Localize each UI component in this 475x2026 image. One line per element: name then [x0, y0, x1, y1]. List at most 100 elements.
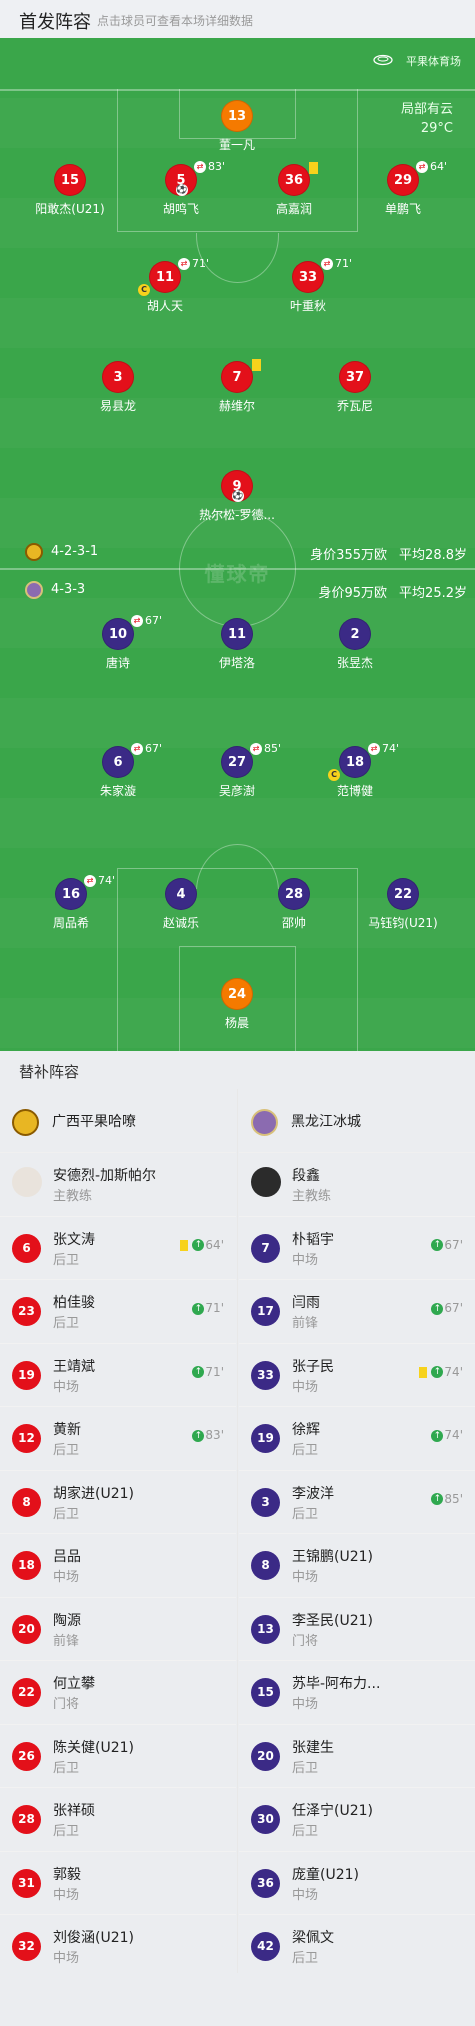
sub-in-icon: ↑ — [192, 1239, 205, 1251]
sub-number: 20 — [251, 1741, 280, 1771]
away-player[interactable]: 2 张昱杰 — [300, 618, 410, 671]
home-avg-age: 平均28.8岁 — [399, 548, 467, 563]
away-player[interactable]: 4 赵诚乐 — [126, 878, 236, 931]
sub-in-minute: 64' — [205, 1237, 224, 1252]
sub-player-row[interactable]: 26 陈关健(U21) 后卫 — [0, 1725, 236, 1788]
away-player[interactable]: 22 马钰钧(U21) — [348, 878, 458, 931]
sub-player-row[interactable]: 8 胡家进(U21) 后卫 — [0, 1471, 236, 1534]
player-name: 唐诗 — [105, 656, 130, 670]
away-player[interactable]: 18 ⇄ 74' C 范博健 — [300, 742, 410, 799]
away-value: 身价95万欧 — [318, 586, 387, 601]
sub-position: 后卫 — [53, 1252, 80, 1268]
sub-player-row[interactable]: 12 黄新 后卫 ↑ 83' — [0, 1407, 236, 1471]
away-player[interactable]: 6 ⇄ 67' 朱家漩 — [63, 742, 173, 799]
right-team-row[interactable]: 黑龙江冰城 — [239, 1089, 475, 1153]
left-coach-row[interactable]: 安德烈-加斯帕尔 主教练 — [0, 1153, 236, 1217]
away-player[interactable]: 11 伊塔洛 — [182, 618, 292, 671]
captain-icon: C — [328, 769, 340, 781]
sub-player-row[interactable]: 19 王靖斌 中场 ↑ 71' — [0, 1344, 236, 1407]
home-player[interactable]: 13 董一凡 — [182, 100, 292, 153]
sub-in-minute: 74' — [444, 1428, 463, 1442]
away-player[interactable]: 24 杨晨 — [182, 978, 292, 1031]
sub-out-marker: ⇄ 74' — [84, 874, 115, 887]
right-team-logo-icon — [251, 1109, 278, 1136]
sub-player-row[interactable]: 13 李圣民(U21) 门将 — [239, 1598, 475, 1661]
sub-player-row[interactable]: 31 郭毅 中场 — [0, 1852, 236, 1915]
sub-player-row[interactable]: 8 王锦鹏(U21) 中场 — [239, 1534, 475, 1598]
away-player[interactable]: 28 邵帅 — [239, 878, 349, 931]
sub-out-minute: 64' — [430, 160, 448, 173]
sub-number: 42 — [251, 1932, 280, 1961]
player-number: 22 — [387, 878, 419, 910]
sub-player-row[interactable]: 42 梁佩文 后卫 — [239, 1915, 475, 1979]
right-coach-row[interactable]: 段鑫 主教练 — [239, 1153, 475, 1217]
sub-player-row[interactable]: 20 张建生 后卫 — [239, 1725, 475, 1788]
player-number: 3 — [102, 361, 134, 393]
player-name: 朱家漩 — [99, 784, 136, 798]
player-name: 杨晨 — [224, 1016, 249, 1030]
home-player[interactable]: 29 ⇄ 64' 单鹏飞 — [348, 160, 458, 217]
home-summary: 4-2-3-1 身价355万欧 平均28.8岁 — [0, 541, 475, 565]
sub-out-marker: ⇄ 67' — [131, 742, 162, 755]
home-player[interactable]: 3 易县龙 — [63, 361, 173, 414]
away-player[interactable]: 16 ⇄ 74' 周品希 — [16, 874, 126, 931]
coach-avatar — [12, 1167, 42, 1197]
left-team-row[interactable]: 广西平果哈嘹 — [0, 1089, 236, 1153]
home-player[interactable]: 36 高嘉润 — [239, 162, 349, 217]
sub-name: 王靖斌 — [53, 1358, 95, 1375]
sub-position: 中场 — [292, 1379, 319, 1395]
sub-player-row[interactable]: 17 闫雨 前锋 ↑ 67' — [239, 1280, 475, 1344]
sub-number: 17 — [251, 1297, 280, 1326]
weather-temp: 29°C — [420, 121, 453, 136]
sub-number: 3 — [251, 1487, 280, 1517]
sub-player-row[interactable]: 20 陶源 前锋 — [0, 1598, 236, 1661]
home-player[interactable]: 7 赫维尔 — [182, 359, 292, 414]
sub-in-marker: ↑ 67' — [431, 1301, 463, 1315]
sub-player-row[interactable]: 7 朴韬宇 中场 ↑ 67' — [239, 1217, 475, 1280]
sub-name: 张建生 — [292, 1739, 334, 1756]
sub-in-icon: ↑ — [192, 1302, 205, 1315]
sub-in-marker: ↑ 71' — [192, 1365, 224, 1379]
home-player[interactable]: 5 ⇄ 83' ⚽ 胡鸣飞 — [126, 160, 236, 217]
player-number: 11 — [221, 618, 253, 650]
home-player[interactable]: 11 ⇄ 71' C 胡人天 — [110, 257, 220, 314]
coach-role: 主教练 — [292, 1189, 332, 1204]
player-name: 周品希 — [52, 916, 89, 930]
sub-in-icon: ↑ — [431, 1366, 444, 1378]
sub-number: 23 — [12, 1297, 41, 1326]
sub-player-row[interactable]: 6 张文涛 后卫 ↑ 64' — [0, 1217, 236, 1280]
sub-name: 李波洋 — [292, 1485, 334, 1502]
sub-position: 门将 — [292, 1633, 319, 1649]
sub-player-row[interactable]: 15 苏毕-阿布力... 中场 — [239, 1661, 475, 1725]
sub-player-row[interactable]: 23 柏佳骏 后卫 ↑ 71' — [0, 1280, 236, 1344]
yellow-card-icon — [309, 162, 318, 174]
sub-position: 中场 — [53, 1570, 80, 1585]
sub-player-row[interactable]: 3 李波洋 后卫 ↑ 85' — [239, 1471, 475, 1534]
sub-player-row[interactable]: 32 刘俊涵(U21) 中场 — [0, 1915, 236, 1979]
sub-name: 任泽宁(U21) — [292, 1803, 373, 1819]
sub-player-row[interactable]: 22 何立攀 门将 — [0, 1661, 236, 1725]
sub-player-row[interactable]: 18 吕品 中场 — [0, 1534, 236, 1598]
home-player[interactable]: 33 ⇄ 71' 叶重秋 — [253, 257, 363, 314]
sub-position: 后卫 — [53, 1506, 80, 1522]
home-player[interactable]: 15 阳敢杰(U21) — [15, 164, 125, 217]
sub-out-icon: ⇄ — [368, 743, 380, 755]
away-player[interactable]: 10 ⇄ 67' 唐诗 — [63, 614, 173, 671]
sub-player-row[interactable]: 36 庞童(U21) 中场 — [239, 1852, 475, 1915]
footer — [0, 1973, 475, 2026]
sub-number: 36 — [251, 1868, 280, 1898]
sub-player-row[interactable]: 28 张祥硕 后卫 — [0, 1788, 236, 1852]
away-player[interactable]: 27 ⇄ 85' 吴彦澍 — [182, 742, 292, 799]
sub-in-marker: ↑ 64' — [180, 1238, 224, 1252]
sub-in-marker: ↑ 74' — [419, 1365, 463, 1379]
sub-player-row[interactable]: 30 任泽宁(U21) 后卫 — [239, 1788, 475, 1852]
sub-player-row[interactable]: 19 徐辉 后卫 ↑ 74' — [239, 1407, 475, 1471]
page-title: 首发阵容 — [19, 12, 91, 33]
home-player[interactable]: 37 乔瓦尼 — [300, 361, 410, 414]
away-badge-icon — [25, 581, 43, 599]
home-player[interactable]: 9 ⚽ 热尔松-罗德... — [182, 470, 292, 523]
home-badge-icon — [25, 543, 43, 561]
sub-player-row[interactable]: 33 张子民 中场 ↑ 74' — [239, 1344, 475, 1407]
sub-position: 前锋 — [292, 1316, 319, 1331]
sub-in-marker: ↑ 74' — [431, 1428, 463, 1442]
